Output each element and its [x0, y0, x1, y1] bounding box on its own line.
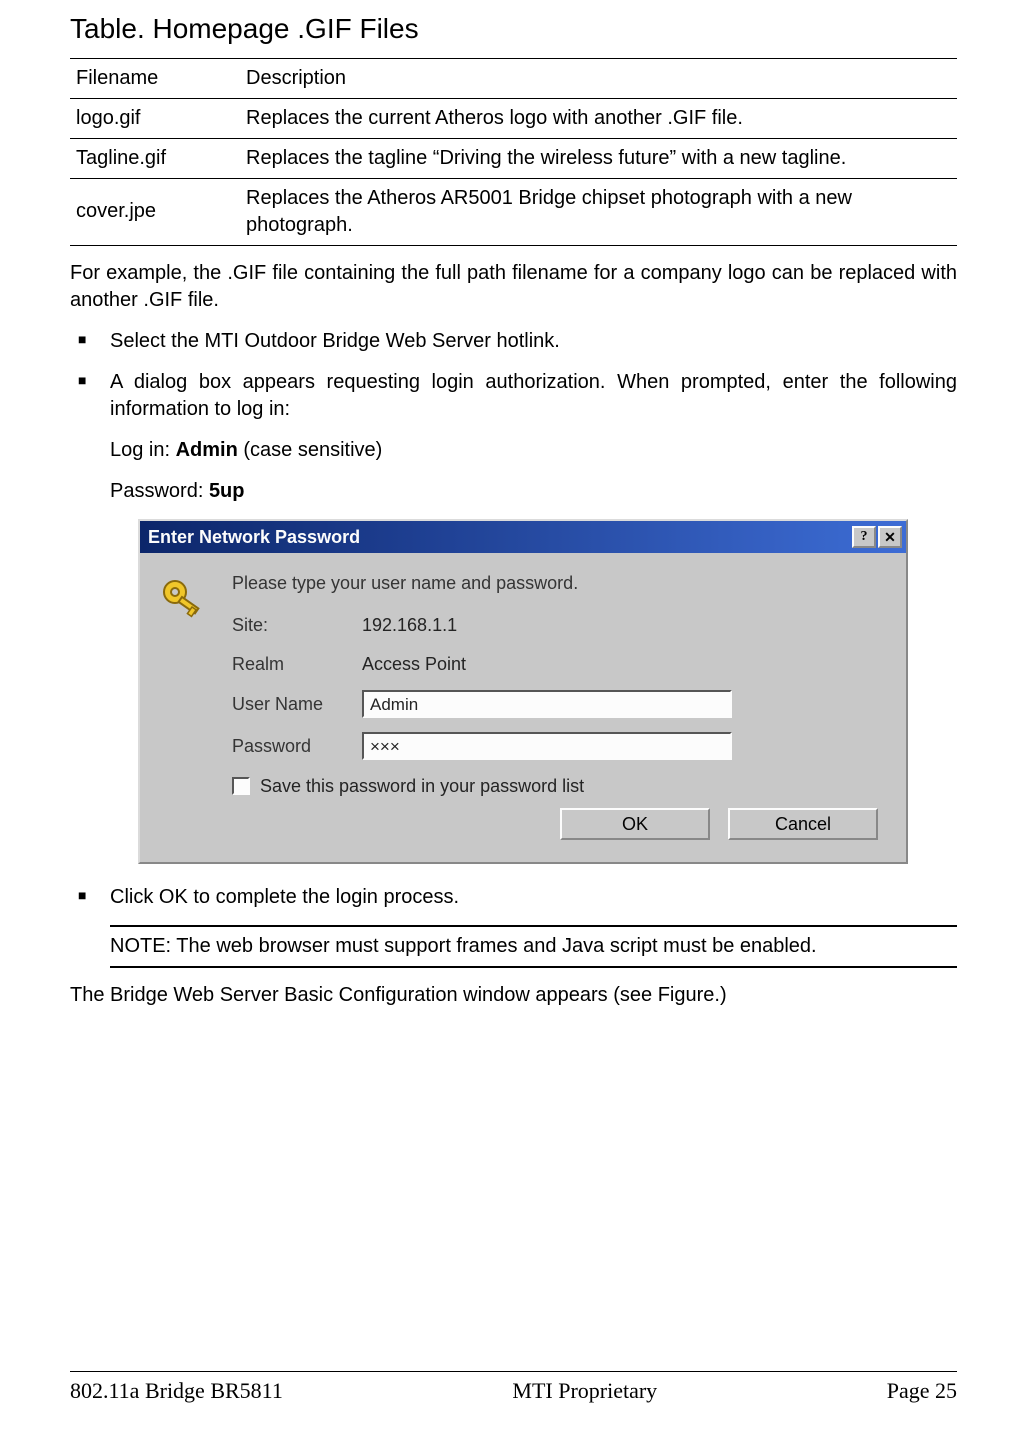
- footer-left: 802.11a Bridge BR5811: [70, 1376, 283, 1406]
- bullet-click-ok: Click OK to complete the login process.: [110, 884, 957, 911]
- dialog-titlebar: Enter Network Password ? ✕: [140, 521, 906, 553]
- paragraph-example: For example, the .GIF file containing th…: [70, 260, 957, 314]
- ok-button[interactable]: OK: [560, 808, 710, 840]
- cell-filename: Tagline.gif: [70, 138, 240, 178]
- key-icon: [158, 575, 214, 629]
- login-label: Log in:: [110, 439, 176, 461]
- close-button[interactable]: ✕: [878, 526, 902, 548]
- password-value: 5up: [209, 480, 245, 502]
- table-header-row: Filename Description: [70, 58, 957, 98]
- footer-center: MTI Proprietary: [512, 1376, 657, 1406]
- username-input[interactable]: Admin: [362, 690, 732, 718]
- cancel-button[interactable]: Cancel: [728, 808, 878, 840]
- cell-filename: logo.gif: [70, 98, 240, 138]
- dialog-prompt: Please type your user name and password.: [232, 571, 888, 595]
- footer-right: Page 25: [887, 1376, 957, 1406]
- label-realm: Realm: [232, 652, 362, 676]
- page-footer: 802.11a Bridge BR5811 MTI Proprietary Pa…: [70, 1371, 957, 1406]
- password-label: Password:: [110, 480, 209, 502]
- bullet-dialog-login: A dialog box appears requesting login au…: [110, 369, 957, 423]
- cell-filename: cover.jpe: [70, 178, 240, 245]
- close-icon: ✕: [884, 528, 896, 547]
- header-filename: Filename: [70, 58, 240, 98]
- table-row: logo.gif Replaces the current Atheros lo…: [70, 98, 957, 138]
- login-value: Admin: [176, 439, 238, 461]
- value-site: 192.168.1.1: [362, 613, 888, 637]
- password-input[interactable]: ×××: [362, 732, 732, 760]
- cell-description: Replaces the tagline “Driving the wirele…: [240, 138, 957, 178]
- divider: [110, 925, 957, 927]
- table-title: Table. Homepage .GIF Files: [70, 10, 957, 48]
- label-site: Site:: [232, 613, 362, 637]
- bullet-select-hotlink: Select the MTI Outdoor Bridge Web Server…: [110, 328, 957, 355]
- save-password-label: Save this password in your password list: [260, 774, 584, 798]
- help-button[interactable]: ?: [852, 526, 876, 548]
- label-username: User Name: [232, 692, 362, 716]
- login-line: Log in: Admin (case sensitive): [70, 437, 957, 464]
- cell-description: Replaces the current Atheros logo with a…: [240, 98, 957, 138]
- table-row: Tagline.gif Replaces the tagline “Drivin…: [70, 138, 957, 178]
- divider: [110, 966, 957, 968]
- table-row: cover.jpe Replaces the Atheros AR5001 Br…: [70, 178, 957, 245]
- login-suffix: (case sensitive): [238, 439, 383, 461]
- closing-paragraph: The Bridge Web Server Basic Configuratio…: [70, 982, 957, 1009]
- header-description: Description: [240, 58, 957, 98]
- footer-divider: [70, 1371, 957, 1372]
- label-password: Password: [232, 734, 362, 758]
- note-block: NOTE: The web browser must support frame…: [110, 925, 957, 968]
- value-realm: Access Point: [362, 652, 888, 676]
- note-text: NOTE: The web browser must support frame…: [110, 929, 957, 964]
- save-password-checkbox[interactable]: [232, 777, 250, 795]
- password-line: Password: 5up: [70, 478, 957, 505]
- dialog-title: Enter Network Password: [148, 525, 850, 549]
- network-password-dialog: Enter Network Password ? ✕ Please type y…: [138, 519, 908, 864]
- cell-description: Replaces the Atheros AR5001 Bridge chips…: [240, 178, 957, 245]
- gif-files-table: Filename Description logo.gif Replaces t…: [70, 58, 957, 246]
